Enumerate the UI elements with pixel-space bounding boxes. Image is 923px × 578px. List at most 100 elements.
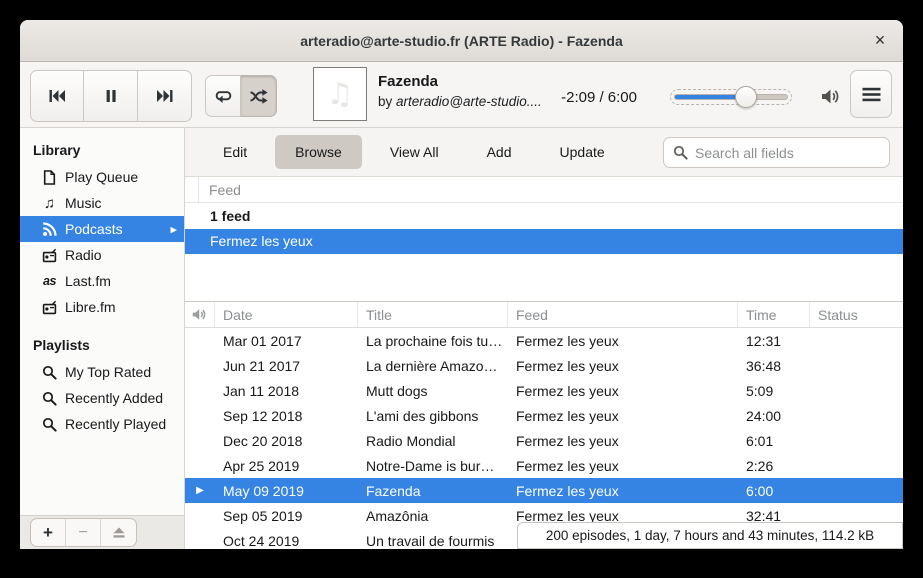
- sidebar-item-label: Music: [65, 195, 102, 211]
- episode-list: Mar 01 2017La prochaine fois tu…Fermez l…: [185, 328, 903, 549]
- sidebar-item-recently-added[interactable]: Recently Added: [20, 385, 184, 411]
- episode-title-cell: Mutt dogs: [358, 383, 508, 399]
- titlebar[interactable]: arteradio@arte-studio.fr (ARTE Radio) - …: [20, 20, 903, 62]
- episode-title-cell: La dernière Amazo…: [358, 358, 508, 374]
- menu-item-add[interactable]: Add: [467, 135, 532, 169]
- minus-icon: −: [78, 525, 87, 541]
- menu-item-edit[interactable]: Edit: [203, 135, 267, 169]
- sidebar-footer: +−: [20, 515, 185, 549]
- sidebar-item-label: Play Queue: [65, 169, 138, 185]
- music-note-icon: ♫: [327, 77, 354, 112]
- sidebar-section-header-library: Library: [20, 128, 184, 164]
- source-buttons-group: +−: [30, 518, 137, 547]
- player-toolbar: ♫ Fazenda by arteradio@arte-studio.... -…: [20, 62, 903, 128]
- speaker-small-icon: [192, 308, 208, 321]
- search-icon: [41, 365, 58, 380]
- volume-slider[interactable]: [670, 86, 792, 108]
- radio-icon: [41, 248, 58, 263]
- window-title: arteradio@arte-studio.fr (ARTE Radio) - …: [300, 33, 622, 49]
- episode-date-cell: Jun 21 2017: [215, 358, 358, 374]
- menu-item-browse[interactable]: Browse: [275, 135, 362, 169]
- episode-date-cell: Sep 12 2018: [215, 408, 358, 424]
- previous-button[interactable]: [30, 70, 84, 122]
- sidebar-item-label: Last.fm: [65, 273, 111, 289]
- episode-title-cell: Radio Mondial: [358, 433, 508, 449]
- playing-indicator-cell: ▶: [185, 486, 215, 496]
- sidebar-item-play-queue[interactable]: Play Queue: [20, 164, 184, 190]
- feed-column-label: Feed: [199, 182, 241, 198]
- eject-button[interactable]: [101, 519, 136, 546]
- episode-row[interactable]: Apr 25 2019Notre-Dame is bur…Fermez les …: [185, 453, 903, 478]
- add-source-button[interactable]: +: [31, 519, 66, 546]
- feed-column-header[interactable]: Feed: [185, 177, 903, 203]
- hamburger-icon: [862, 87, 881, 102]
- episode-feed-cell: Fermez les yeux: [508, 333, 738, 349]
- volume-button[interactable]: [815, 82, 847, 110]
- episode-title-cell: Un travail de fourmis: [358, 533, 508, 549]
- repeat-icon: [214, 88, 233, 105]
- menu-item-view-all[interactable]: View All: [370, 135, 459, 169]
- column-header-time[interactable]: Time: [738, 302, 810, 327]
- episode-row[interactable]: Jun 21 2017La dernière Amazo…Fermez les …: [185, 353, 903, 378]
- sidebar-item-podcasts[interactable]: Podcasts▸: [20, 216, 184, 242]
- episode-time-cell: 5:09: [738, 383, 810, 399]
- episode-row[interactable]: Jan 11 2018Mutt dogsFermez les yeux5:09: [185, 378, 903, 403]
- column-header-date[interactable]: Date: [215, 302, 358, 327]
- episode-time-cell: 24:00: [738, 408, 810, 424]
- column-header-status[interactable]: Status: [810, 302, 903, 327]
- speaker-column-header[interactable]: [185, 302, 215, 327]
- skip-forward-icon: [156, 88, 174, 104]
- episode-row[interactable]: Dec 20 2018Radio MondialFermez les yeux6…: [185, 428, 903, 453]
- episode-row[interactable]: Mar 01 2017La prochaine fois tu…Fermez l…: [185, 328, 903, 353]
- status-summary: 200 episodes, 1 day, 7 hours and 43 minu…: [517, 522, 903, 549]
- episode-row[interactable]: Sep 12 2018L'ami des gibbonsFermez les y…: [185, 403, 903, 428]
- sidebar-item-label: Recently Played: [65, 416, 166, 432]
- arrow-right-icon: ▸: [170, 223, 177, 236]
- play-indicator-icon: ▶: [196, 486, 204, 496]
- episode-title-cell: L'ami des gibbons: [358, 408, 508, 424]
- search-icon: [41, 417, 58, 432]
- episode-time-cell: 6:01: [738, 433, 810, 449]
- episode-title-cell: Fazenda: [358, 483, 508, 499]
- sidebar-item-last-fm[interactable]: asLast.fm: [20, 268, 184, 294]
- episode-table-header: DateTitleFeedTimeStatus: [185, 301, 903, 328]
- main-panel: EditBrowseView AllAddUpdate Feed 1 feed …: [185, 128, 903, 549]
- app-menu-button[interactable]: [850, 70, 892, 118]
- repeat-button[interactable]: [205, 75, 241, 117]
- transport-controls: [30, 70, 192, 122]
- episode-date-cell: Apr 25 2019: [215, 458, 358, 474]
- episode-row[interactable]: ▶May 09 2019FazendaFermez les yeux6:00: [185, 478, 903, 503]
- episode-feed-cell: Fermez les yeux: [508, 483, 738, 499]
- episode-feed-cell: Fermez les yeux: [508, 458, 738, 474]
- sidebar-item-my-top-rated[interactable]: My Top Rated: [20, 359, 184, 385]
- by-label: by: [378, 94, 392, 109]
- column-header-feed[interactable]: Feed: [508, 302, 738, 327]
- close-button[interactable]: ×: [867, 28, 893, 54]
- sidebar-item-libre-fm[interactable]: Libre.fm: [20, 294, 184, 320]
- feed-count-row[interactable]: 1 feed: [185, 203, 903, 229]
- search-input[interactable]: [664, 138, 889, 167]
- episode-time-cell: 36:48: [738, 358, 810, 374]
- document-icon: [41, 170, 58, 185]
- radio-icon: [41, 300, 58, 315]
- episode-date-cell: Dec 20 2018: [215, 433, 358, 449]
- sidebar: Library Play Queue ♫ Music Podcasts▸RadioasL…: [20, 128, 185, 515]
- column-header-title[interactable]: Title: [358, 302, 508, 327]
- remove-button[interactable]: −: [66, 519, 101, 546]
- volume-handle[interactable]: [735, 86, 757, 108]
- close-icon: ×: [875, 31, 886, 51]
- episode-feed-cell: Fermez les yeux: [508, 433, 738, 449]
- next-button[interactable]: [138, 70, 192, 122]
- shuffle-button[interactable]: [241, 75, 277, 117]
- episode-date-cell: Mar 01 2017: [215, 333, 358, 349]
- volume-track[interactable]: [674, 94, 788, 100]
- album-art: ♫: [313, 67, 367, 121]
- sidebar-item-recently-played[interactable]: Recently Played: [20, 411, 184, 437]
- music-note-icon: ♫: [41, 196, 58, 211]
- feed-row[interactable]: Fermez les yeux: [185, 229, 903, 254]
- episode-date-cell: May 09 2019: [215, 483, 358, 499]
- menu-item-update[interactable]: Update: [540, 135, 625, 169]
- sidebar-item-radio[interactable]: Radio: [20, 242, 184, 268]
- pause-button[interactable]: [84, 70, 138, 122]
- sidebar-item-music[interactable]: ♫ Music: [20, 190, 184, 216]
